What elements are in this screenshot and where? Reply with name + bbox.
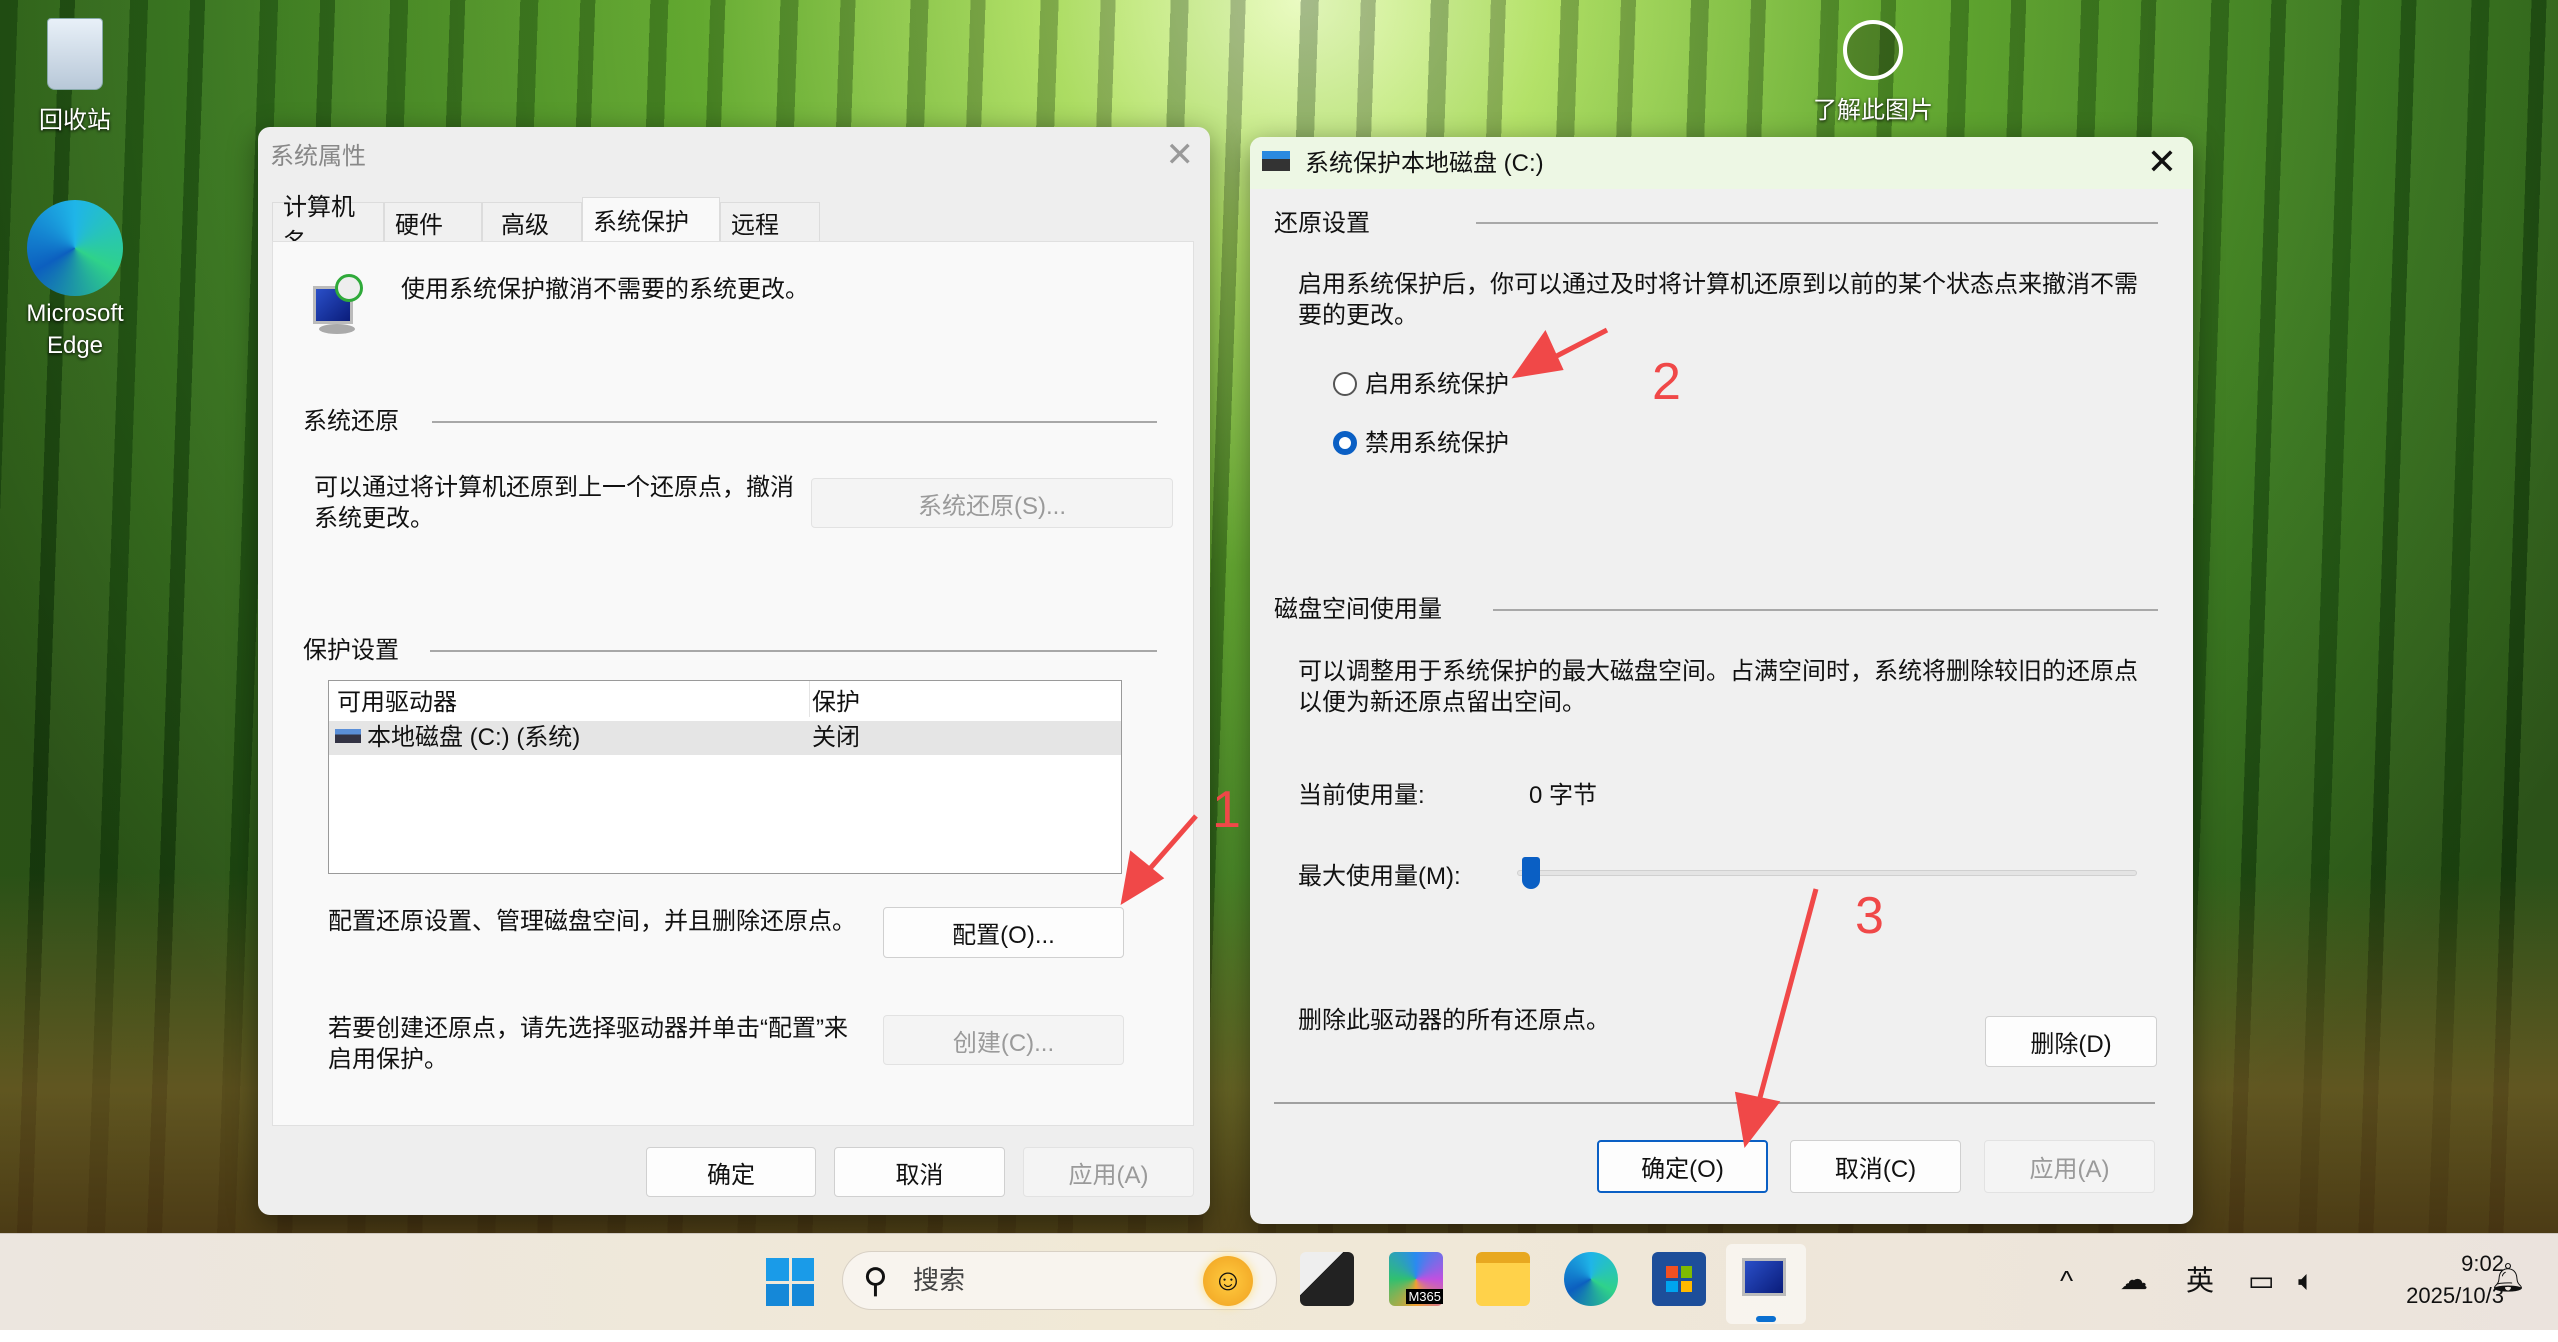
annotation-arrow-3 — [1755, 888, 1819, 1106]
clock-date[interactable]: 2025/10/3 — [2360, 1280, 2504, 1311]
m365-label: M365 — [1406, 1289, 1443, 1304]
system-properties-taskbar-button[interactable] — [1726, 1244, 1806, 1324]
annotation-arrow-2-head — [1511, 329, 1564, 379]
search-box[interactable]: ⚲ 搜索 ☺ — [842, 1251, 1277, 1310]
network-icon[interactable]: ▭ — [2248, 1265, 2274, 1296]
annotation-label-1: 1 — [1212, 781, 1241, 839]
active-indicator — [1756, 1316, 1776, 1322]
system-properties-icon — [1742, 1258, 1786, 1296]
start-button[interactable] — [766, 1258, 814, 1306]
ime-indicator[interactable]: 英 — [2186, 1265, 2214, 1296]
m365-copilot-icon[interactable]: M365 — [1389, 1252, 1443, 1306]
taskbar — [0, 1233, 2558, 1330]
file-explorer-icon[interactable] — [1476, 1252, 1530, 1306]
search-icon: ⚲ — [863, 1262, 888, 1300]
onedrive-offline-icon[interactable]: ☁ — [2120, 1264, 2148, 1295]
notification-bell-icon[interactable]: 🔔︎ — [2490, 1262, 2526, 1293]
task-view-icon[interactable] — [1300, 1252, 1354, 1306]
weather-sun-icon: ☺ — [1203, 1256, 1253, 1306]
show-hidden-icons-chevron-icon[interactable]: ^ — [2060, 1265, 2073, 1296]
tab-system-protection[interactable]: 系统保护 — [582, 197, 720, 241]
annotation-label-3: 3 — [1855, 887, 1884, 945]
search-placeholder: 搜索 — [913, 1265, 966, 1295]
annotation-label-2: 2 — [1652, 353, 1681, 411]
volume-icon[interactable]: 🔈︎ — [2298, 1265, 2315, 1296]
edge-taskbar-icon[interactable] — [1564, 1252, 1618, 1306]
annotation-arrow-3-head — [1734, 1091, 1781, 1149]
annotation-arrows — [1120, 327, 1819, 1149]
microsoft-store-icon[interactable] — [1652, 1252, 1706, 1306]
